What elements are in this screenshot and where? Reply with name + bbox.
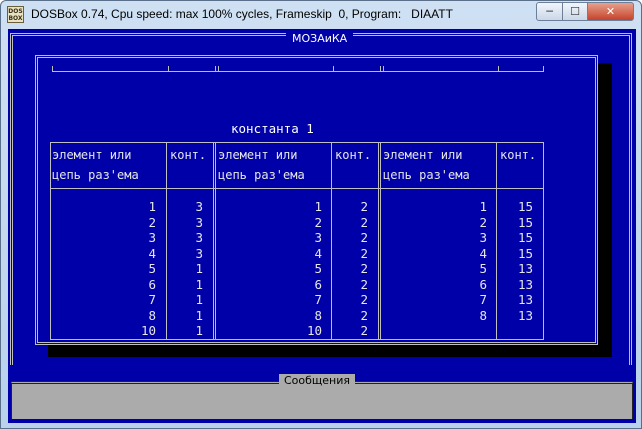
contact-number-cell: 2 xyxy=(360,292,368,307)
element-number-cell: 3 xyxy=(314,230,322,245)
contact-number-cell: 3 xyxy=(195,214,203,230)
element-number-cell: 8 xyxy=(479,307,487,323)
element-number-cell: 6 xyxy=(314,276,322,292)
table-right-border xyxy=(543,142,544,340)
contact-number-cell: 1 xyxy=(195,323,203,338)
element-number-cell: 3 xyxy=(479,230,487,245)
header-element-3: элемент или цепь раз'ема xyxy=(383,148,470,182)
element-number-cell: 5 xyxy=(148,261,156,276)
contacts-table-panel: константа 1 элемент или цепь раз'ема кон… xyxy=(35,55,598,345)
element-number-cell: 5 xyxy=(479,261,487,276)
element-number-cell: 1 xyxy=(314,199,322,214)
contact-number-cell: 15 xyxy=(517,245,533,261)
contact-number-cell: 3 xyxy=(195,245,203,261)
header-element-2: элемент или цепь раз'ема xyxy=(218,148,305,182)
title-bar[interactable]: DOS BOX DOSBox 0.74, Cpu speed: max 100%… xyxy=(1,1,641,29)
element-number-cell: 7 xyxy=(314,292,322,307)
column-divider xyxy=(496,142,497,340)
contact-number-cell: 15 xyxy=(517,214,533,230)
messages-box: Сообщения xyxy=(11,374,633,419)
contact-number-cell: 13 xyxy=(517,307,533,323)
panel-shadow-right xyxy=(598,63,612,353)
panel-shadow-bottom xyxy=(48,345,612,357)
element-number-cell: 6 xyxy=(479,276,487,292)
group-divider xyxy=(213,142,216,340)
contact-number-cell: 3 xyxy=(195,230,203,245)
frame-title: МОЗАиКА xyxy=(286,33,354,45)
contact-number-cell: 1 xyxy=(195,292,203,307)
element-number-cell: 10 xyxy=(306,323,322,338)
messages-title: Сообщения xyxy=(279,374,356,387)
contact-number-cell: 1 xyxy=(195,261,203,276)
element-number-cell: 6 xyxy=(148,276,156,292)
element-number-cell: 8 xyxy=(314,307,322,323)
element-number-cell: 2 xyxy=(479,214,487,230)
group-divider xyxy=(378,142,381,340)
table-top-line xyxy=(50,142,544,143)
contact-number-cell: 2 xyxy=(360,323,368,338)
element-number-cell: 2 xyxy=(314,214,322,230)
constant-title: константа 1 xyxy=(231,121,314,136)
contact-number-cell: 1 xyxy=(195,307,203,323)
element-number-cell: 1 xyxy=(479,199,487,214)
table-left-border xyxy=(50,142,51,340)
contact-number-cell: 2 xyxy=(360,276,368,292)
dosbox-app-icon[interactable]: DOS BOX xyxy=(7,6,24,23)
element-number-cell: 4 xyxy=(148,245,156,261)
contact-number-cell: 2 xyxy=(360,199,368,214)
maximize-button[interactable]: ☐ xyxy=(562,2,588,21)
minimize-button[interactable]: ─ xyxy=(536,2,563,21)
element-number-cell: 7 xyxy=(479,292,487,307)
column-divider xyxy=(166,142,167,340)
element-number-cell: 4 xyxy=(314,245,322,261)
contact-number-cell: 2 xyxy=(360,307,368,323)
element-number-cell: 5 xyxy=(314,261,322,276)
header-contact-3: конт. xyxy=(500,148,537,162)
contact-number-cell: 2 xyxy=(360,245,368,261)
close-button[interactable]: ✕ xyxy=(587,2,634,21)
dosbox-window: DOS BOX DOSBox 0.74, Cpu speed: max 100%… xyxy=(0,0,642,429)
contact-number-cell: 13 xyxy=(517,292,533,307)
column-ruler xyxy=(52,66,544,72)
contact-number-cell: 2 xyxy=(360,261,368,276)
header-contact-1: конт. xyxy=(170,148,207,162)
element-number-cell: 10 xyxy=(140,323,156,338)
window-title: DOSBox 0.74, Cpu speed: max 100% cycles,… xyxy=(31,7,453,21)
element-number-cell: 1 xyxy=(148,199,156,214)
table-bottom-line xyxy=(50,339,544,340)
header-contact-2: конт. xyxy=(335,148,372,162)
element-number-cell: 8 xyxy=(148,307,156,323)
contact-number-cell: 15 xyxy=(517,199,533,214)
contact-number-cell: 13 xyxy=(517,261,533,276)
contact-number-cell: 1 xyxy=(195,276,203,292)
header-element-1: элемент или цепь раз'ема xyxy=(52,148,139,182)
dos-screen[interactable]: МОЗАиКА константа 1 элемент или цепь раз… xyxy=(8,29,636,423)
contact-number-cell: 13 xyxy=(517,276,533,292)
contact-number-cell: 2 xyxy=(360,230,368,245)
contact-number-cell: 2 xyxy=(360,214,368,230)
element-number-cell: 3 xyxy=(148,230,156,245)
element-number-cell: 7 xyxy=(148,292,156,307)
element-number-cell: 4 xyxy=(479,245,487,261)
contact-number-cell: 3 xyxy=(195,199,203,214)
column-divider xyxy=(331,142,332,340)
contact-number-cell: 15 xyxy=(517,230,533,245)
header-separator-line xyxy=(50,188,544,189)
element-number-cell: 2 xyxy=(148,214,156,230)
